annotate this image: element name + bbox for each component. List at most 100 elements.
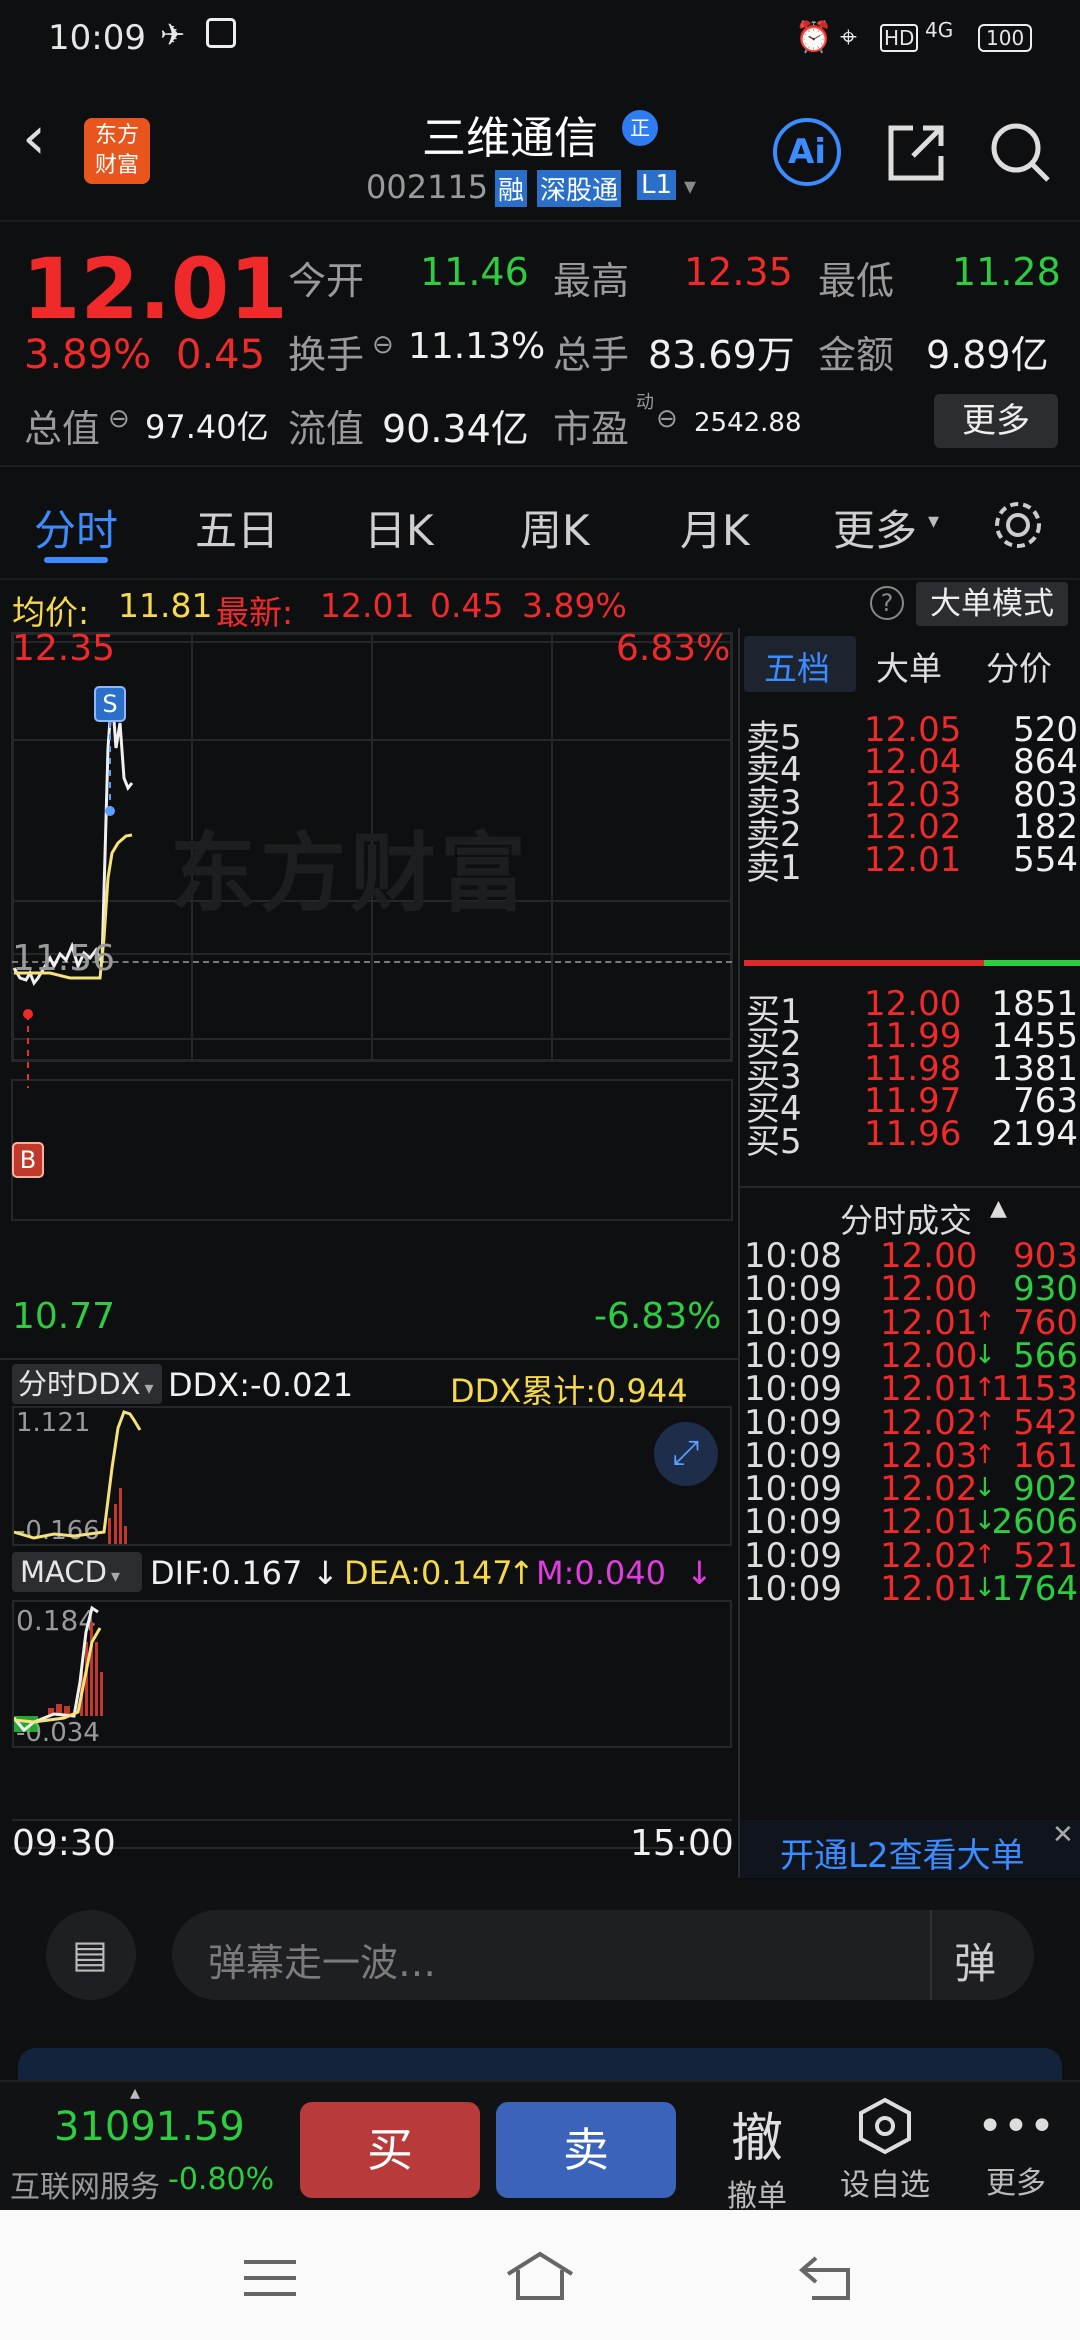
tab-weekly-k[interactable]: 周K: [520, 497, 590, 558]
more-actions-button[interactable]: ••• 更多: [966, 2096, 1066, 2208]
tab-five-day[interactable]: 五日: [195, 497, 279, 558]
price-axis-bottom: 10.77: [12, 1296, 116, 1337]
logo-text-line1: 东方: [94, 123, 139, 148]
system-nav-bar: [0, 2210, 1080, 2340]
chevron-up-icon[interactable]: ▴: [130, 2080, 140, 2104]
buy-button[interactable]: 买: [300, 2102, 480, 2198]
help-icon[interactable]: ?: [870, 586, 904, 620]
app-logo[interactable]: 东方 财富: [84, 118, 150, 184]
amount-value: 9.89亿: [926, 333, 1049, 377]
sell-marker[interactable]: S: [94, 686, 126, 722]
expand-icon[interactable]: ⤢: [654, 1422, 718, 1486]
macd-selector-label: MACD: [20, 1555, 107, 1589]
comment-input[interactable]: 弹幕走一波… 弹: [172, 1910, 1034, 2000]
sort-up-icon[interactable]: ▲: [990, 1196, 1007, 1221]
latest-value: 12.01: [320, 586, 415, 625]
cancel-order-button[interactable]: 撤 撤单: [712, 2096, 802, 2214]
high-value: 12.35: [684, 250, 793, 294]
back-arrow-icon[interactable]: ‹: [22, 108, 46, 168]
tab-five-level[interactable]: 五档: [764, 642, 830, 690]
more-button-label: 更多: [962, 401, 1030, 441]
more-button[interactable]: 更多: [934, 394, 1058, 448]
tick-time: 10:09: [744, 1569, 842, 1609]
tab-intraday[interactable]: 分时: [34, 497, 118, 558]
index-name[interactable]: 互联网服务: [10, 2162, 160, 2206]
index-pct[interactable]: -0.80%: [168, 2162, 274, 2197]
tab-big-order[interactable]: 大单: [876, 642, 942, 690]
document-icon: ▤: [72, 1932, 108, 1976]
stock-name: 三维通信: [422, 113, 598, 164]
low-label: 最低: [818, 259, 895, 303]
chevron-down-icon: ▾: [110, 1566, 120, 1587]
big-order-mode-label: 大单模式: [930, 586, 1054, 622]
menu-icon[interactable]: [240, 2258, 300, 2298]
tab-monthly-k[interactable]: 月K: [680, 497, 750, 558]
watchlist-icon: [859, 2097, 911, 2155]
avg-label: 均价:: [12, 593, 90, 632]
mcap-value: 97.40亿: [145, 408, 269, 446]
comment-settings-icon[interactable]: ▤: [46, 1910, 136, 2000]
add-watchlist-label: 设自选: [840, 2168, 930, 2203]
comment-placeholder: 弹幕走一波…: [208, 1941, 437, 1985]
back-icon[interactable]: [796, 2254, 856, 2302]
tab-more[interactable]: 更多: [833, 497, 917, 558]
intraday-chart[interactable]: 东方财富 12.35 11.56 10.77 6.83% -6.83% S B …: [0, 628, 738, 1878]
l2-banner[interactable]: 开通L2查看大单 ✕: [740, 1820, 1080, 1878]
ddx-selector[interactable]: 分时DDX ▾: [12, 1364, 162, 1404]
info-icon[interactable]: ⊖: [656, 404, 678, 434]
home-icon[interactable]: [504, 2250, 576, 2302]
info-icon[interactable]: ⊖: [108, 404, 130, 434]
order-book-panel: 五档 大单 分价 分时成交 ▲ 开通L2查看大单 ✕ 卖5 12.05 520 卖4 1…: [738, 628, 1080, 1878]
mcap-label: 总值: [24, 407, 101, 451]
tick-volume: 1764: [991, 1569, 1078, 1609]
turnover-value: 11.13%: [408, 326, 546, 367]
ddx-lines: [14, 1410, 142, 1544]
macd-dif-arrow: ↓: [312, 1554, 339, 1592]
last-price: 12.01: [22, 240, 288, 338]
divider: [740, 1186, 1080, 1188]
index-value[interactable]: 31091.59: [54, 2104, 245, 2150]
bid-volume: 2194: [991, 1113, 1078, 1154]
time-axis-start: 09:30: [12, 1823, 116, 1864]
high-label: 最高: [553, 259, 630, 303]
trade-bar: ▴ 31091.59 互联网服务 -0.80% 买 卖 撤 撤单 设自选 •••…: [0, 2080, 1080, 2214]
hd-icon: HD: [880, 24, 919, 52]
buy-label: 买: [367, 2123, 413, 2177]
logo-text-line2: 财富: [94, 153, 139, 178]
bid-row[interactable]: 买5 11.96 2194: [740, 1110, 1080, 1162]
add-watchlist-button[interactable]: 设自选: [830, 2096, 940, 2208]
cancel-order-label: 撤单: [727, 2179, 787, 2214]
time-axis-end: 15:00: [630, 1823, 734, 1864]
share-icon[interactable]: [885, 120, 949, 184]
tab-price-dist[interactable]: 分价: [986, 642, 1052, 690]
ddx-header: 分时DDX ▾ DDX:-0.021 DDX累计:0.944: [0, 1358, 738, 1410]
pe-label: 市盈: [553, 407, 630, 451]
pe-value: 2542.88: [694, 408, 802, 438]
close-icon[interactable]: ✕: [1052, 1820, 1074, 1850]
avg-value: 11.81: [118, 586, 213, 625]
macd-m-arrow: ↓: [686, 1554, 713, 1592]
intraday-info-bar: 均价: 11.81 最新: 12.01 0.45 3.89% ? 大单模式: [0, 580, 1080, 632]
change-amount: 0.45: [176, 332, 266, 378]
sell-button[interactable]: 卖: [496, 2102, 676, 2198]
buy-marker[interactable]: B: [12, 1142, 44, 1178]
tick-row: 10:09 12.01 ↓ 1764: [740, 1565, 1080, 1613]
ddx-value: DDX:-0.021: [168, 1366, 354, 1404]
bid-level-label: 买5: [746, 1121, 802, 1162]
pe-dynamic-sup: 动: [636, 392, 654, 413]
gear-icon[interactable]: [990, 497, 1046, 553]
pct-axis-top: 6.83%: [616, 628, 731, 669]
ai-button[interactable]: Ai: [773, 118, 841, 186]
macd-selector[interactable]: MACD ▾: [12, 1552, 142, 1592]
search-icon[interactable]: [988, 120, 1052, 184]
ask-volume: 554: [1013, 839, 1078, 880]
info-icon[interactable]: ⊖: [372, 330, 394, 360]
big-order-mode-button[interactable]: 大单模式: [916, 582, 1068, 626]
ask-row[interactable]: 卖1 12.01 554: [740, 836, 1080, 888]
danmu-toggle-icon[interactable]: 弹: [954, 1930, 996, 1991]
macd-dea: DEA:0.147: [344, 1554, 513, 1592]
stock-code: 002115: [366, 168, 489, 206]
code-dropdown-icon[interactable]: ▾: [684, 172, 696, 200]
network-icon: 4G: [925, 18, 954, 42]
tab-daily-k[interactable]: 日K: [364, 497, 434, 558]
